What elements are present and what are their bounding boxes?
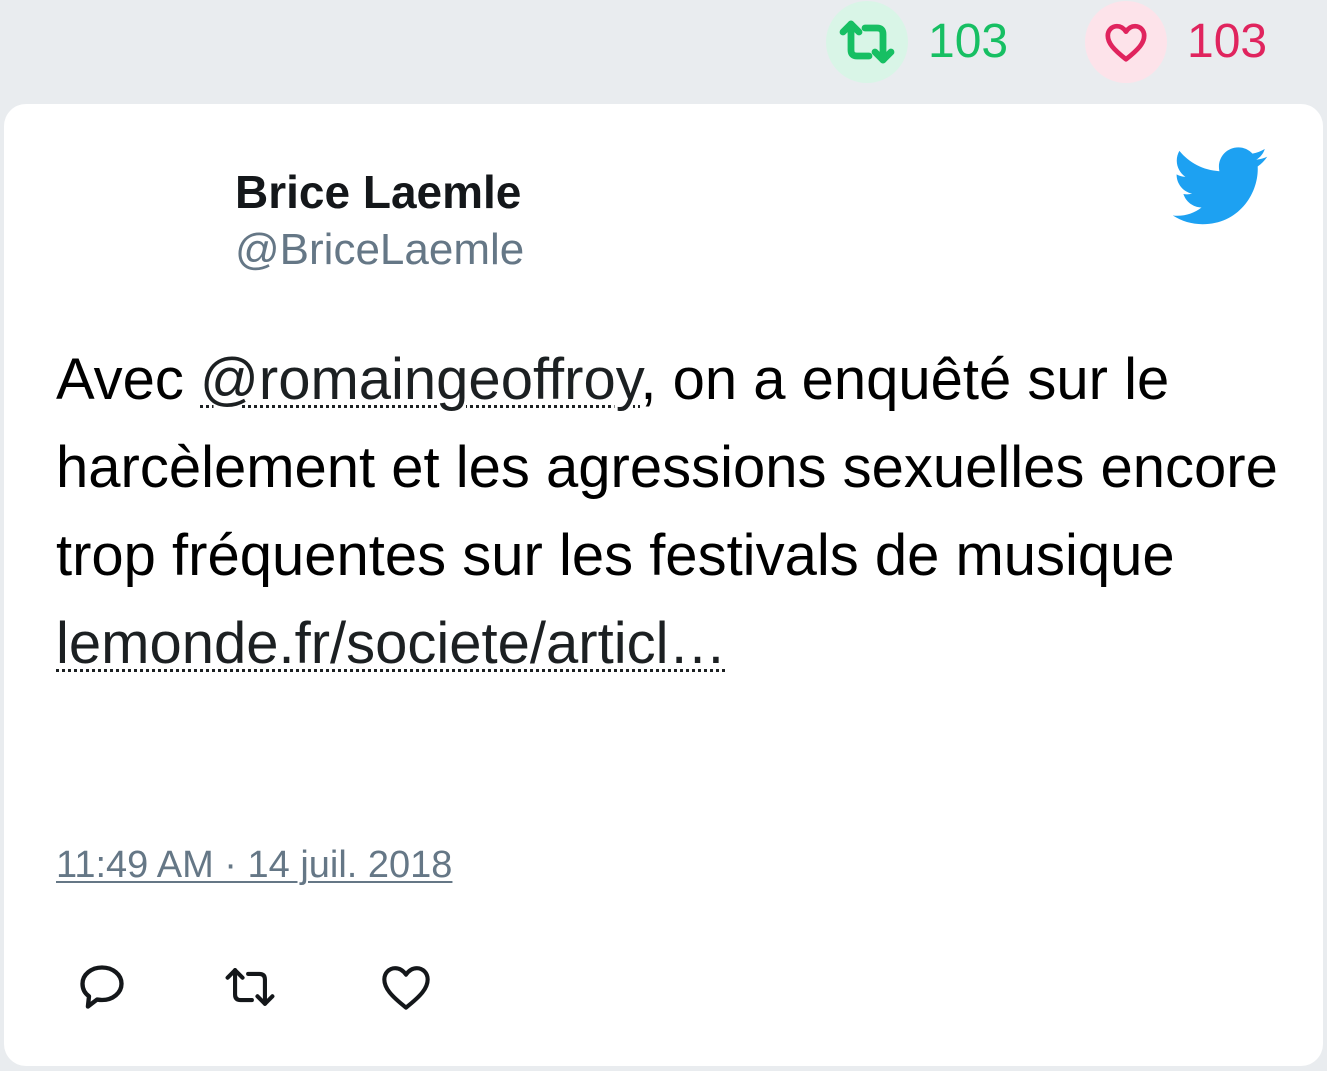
author-name[interactable]: Brice Laemle [235,164,524,220]
reply-button[interactable] [74,959,130,1015]
retweet-icon [225,968,275,1006]
heart-icon [1105,23,1147,62]
reply-icon [80,965,124,1009]
tweet-author[interactable]: Brice Laemle @BriceLaemle [235,164,524,276]
retweet-stat-icon-bg [826,1,908,83]
tweet-text: Avec @romaingeoffroy, on a enquêté sur l… [56,336,1286,688]
tweet-card: Brice Laemle @BriceLaemle Avec @romainge… [4,104,1323,1066]
twitter-bird-icon[interactable] [1173,144,1269,230]
retweet-button[interactable] [222,959,278,1015]
mention-link[interactable]: @romaingeoffroy [200,347,640,412]
article-link[interactable]: lemonde.fr/societe/articl… [56,611,726,676]
like-count: 103 [1187,15,1268,68]
tweet-text-before: Avec [56,347,201,412]
like-button[interactable] [378,959,434,1015]
retweet-stat[interactable]: 103 [826,0,1008,84]
retweet-count: 103 [928,15,1009,68]
heart-icon [382,966,430,1010]
author-handle[interactable]: @BriceLaemle [235,224,524,276]
tweet-timestamp[interactable]: 11:49 AM · 14 juil. 2018 [56,844,452,887]
engagement-stats: 103 103 [0,0,1327,90]
like-stat[interactable]: 103 [1085,0,1267,84]
like-stat-icon-bg [1085,1,1167,83]
retweet-icon [839,20,895,64]
